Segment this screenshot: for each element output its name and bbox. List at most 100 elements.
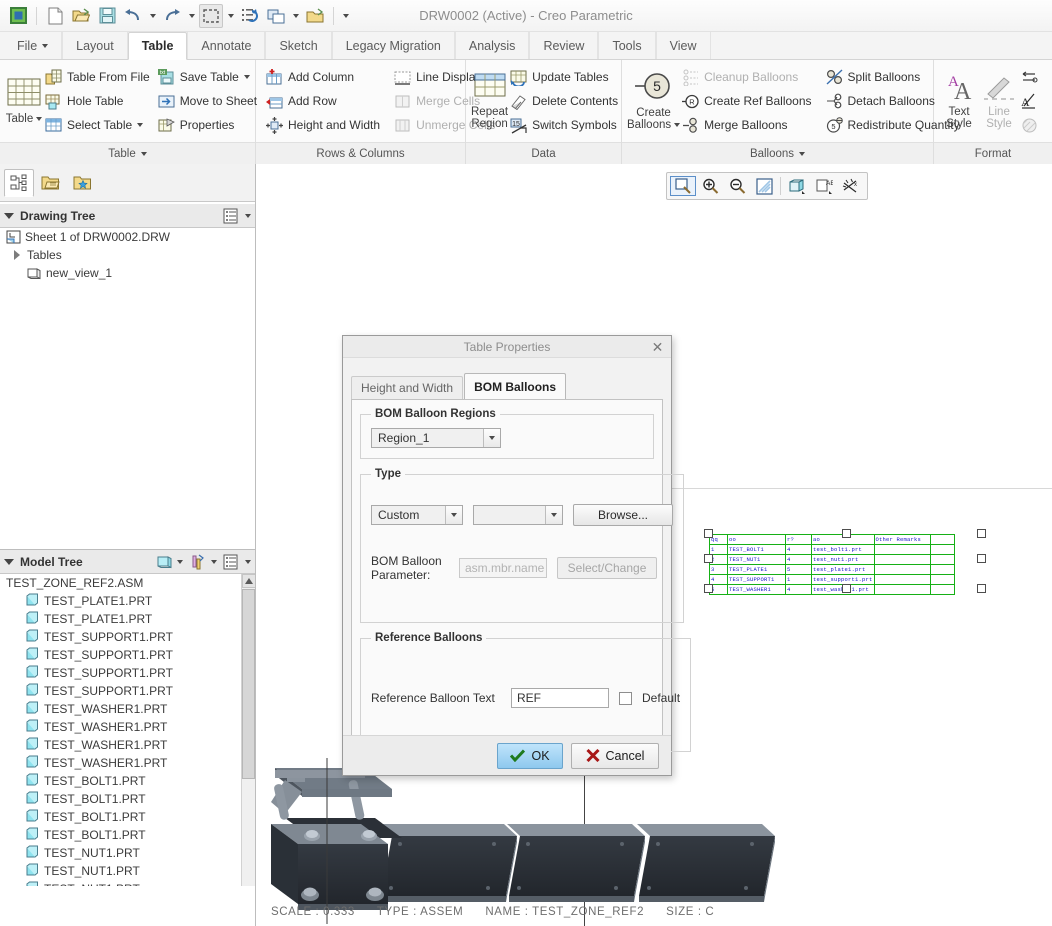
bom-cell[interactable]: 1 — [785, 574, 812, 585]
arrow-style-button[interactable] — [1019, 65, 1044, 89]
sidebar-item-layers[interactable] — [36, 169, 66, 197]
bom-cell[interactable]: 5 — [785, 564, 812, 575]
scroll-up-icon[interactable] — [242, 574, 255, 588]
assembly-model-view[interactable] — [257, 756, 1052, 926]
bom-cell[interactable] — [873, 564, 931, 575]
update-tables-button[interactable]: Update Tables — [508, 65, 624, 89]
datum-display-icon[interactable]: x — [838, 174, 864, 198]
bom-table-row[interactable]: 3 TEST_PLATE1 5 test_plate1.prt — [709, 564, 955, 575]
bom-cell[interactable] — [873, 554, 931, 565]
model-tree-item[interactable]: TEST_SUPPORT1.PRT — [0, 664, 255, 682]
add-row-button[interactable]: Add Row — [264, 89, 386, 113]
chevron-down-icon[interactable] — [177, 559, 183, 564]
bom-cell[interactable]: TEST_BOLT1 — [727, 544, 786, 555]
table-properties-button[interactable]: Properties — [156, 113, 263, 137]
ribbon-tab-annotate[interactable]: Annotate — [187, 32, 266, 59]
selection-handle[interactable] — [977, 554, 986, 563]
bom-cell[interactable]: TEST_NUT1 — [727, 554, 786, 565]
model-tree-item[interactable]: TEST_WASHER1.PRT — [0, 736, 255, 754]
model-tree-item[interactable]: TEST_WASHER1.PRT — [0, 718, 255, 736]
bom-table-row[interactable]: 4 TEST_SUPPORT1 1 test_support1.prt — [709, 574, 955, 585]
model-tree-root[interactable]: TEST_ZONE_REF2.ASM — [0, 574, 255, 592]
cancel-button[interactable]: Cancel — [571, 742, 659, 769]
ribbon-tab-review[interactable]: Review — [529, 32, 599, 59]
new-icon[interactable] — [43, 4, 67, 28]
window-icon[interactable] — [264, 4, 288, 28]
ribbon-tab-legacy-migration[interactable]: Legacy Migration — [331, 32, 455, 59]
model-tree-item[interactable]: TEST_NUT1.PRT — [0, 880, 255, 886]
collapse-icon[interactable] — [4, 558, 14, 565]
ribbon-tab-analysis[interactable]: Analysis — [454, 32, 530, 59]
bom-table-row[interactable]: 1 TEST_BOLT1 4 test_bolt1.prt — [709, 544, 955, 555]
close-icon[interactable]: ✕ — [650, 339, 665, 354]
bom-cell[interactable]: 4 — [709, 574, 728, 585]
expand-icon[interactable] — [14, 250, 20, 260]
redo-icon[interactable] — [160, 4, 184, 28]
default-checkbox[interactable] — [619, 691, 632, 705]
creo-logo-icon[interactable] — [6, 4, 30, 28]
model-tree-item[interactable]: TEST_WASHER1.PRT — [0, 754, 255, 772]
chevron-down-icon[interactable] — [211, 559, 217, 564]
bom-cell[interactable]: test_nut1.prt — [811, 554, 875, 565]
model-tree-filter-icon[interactable] — [189, 554, 205, 570]
add-column-button[interactable]: Add Column — [264, 65, 386, 89]
model-tree-item[interactable]: TEST_BOLT1.PRT — [0, 790, 255, 808]
window-caret-icon[interactable] — [290, 13, 301, 18]
table-button[interactable]: Table — [5, 63, 43, 139]
close-window-icon[interactable] — [303, 4, 327, 28]
model-tree-item[interactable]: TEST_NUT1.PRT — [0, 844, 255, 862]
bom-header-cell[interactable]: oo — [727, 534, 786, 545]
zoom-out-icon[interactable] — [724, 174, 750, 198]
bom-cell[interactable]: 4 — [785, 544, 812, 555]
repeat-region-button[interactable]: Repeat Region — [471, 63, 508, 139]
ribbon-tab-layout[interactable]: Layout — [62, 32, 128, 59]
model-tree-item[interactable]: TEST_PLATE1.PRT — [0, 610, 255, 628]
ribbon-group-balloons-label[interactable]: Balloons — [622, 142, 933, 164]
table-from-file-button[interactable]: Table From File — [43, 65, 156, 89]
tree-settings-icon[interactable] — [223, 208, 239, 224]
type-kind-select[interactable]: Custom — [371, 505, 463, 525]
region-select[interactable]: Region_1 — [371, 428, 501, 448]
bom-table-on-sheet[interactable]: qq oo r? ao Other Remarks 1 TEST_BOLT1 4 test_bo… — [704, 529, 986, 595]
regenerate-icon[interactable] — [238, 4, 262, 28]
ok-button[interactable]: OK — [497, 742, 563, 769]
bom-cell[interactable] — [929, 574, 955, 585]
refit-icon[interactable] — [670, 176, 696, 196]
selection-handle[interactable] — [704, 554, 713, 563]
model-tree-item[interactable]: TEST_BOLT1.PRT — [0, 808, 255, 826]
chevron-down-icon[interactable] — [445, 506, 462, 524]
ribbon-group-table-label[interactable]: Table — [0, 142, 255, 164]
bom-cell[interactable]: 4 — [785, 584, 812, 595]
bom-cell[interactable]: 4 — [785, 554, 812, 565]
reference-balloon-text-input[interactable]: REF — [511, 688, 609, 708]
undo-caret-icon[interactable] — [147, 13, 158, 18]
save-icon[interactable] — [95, 4, 119, 28]
bom-cell[interactable] — [929, 544, 955, 555]
scrollbar-thumb[interactable] — [242, 589, 255, 779]
ribbon-tab-view[interactable]: View — [655, 32, 711, 59]
bom-cell[interactable] — [873, 544, 931, 555]
bom-table-row[interactable]: 5TEST_WASHER14test_washer1.prt — [709, 584, 955, 595]
open-icon[interactable] — [69, 4, 93, 28]
bom-header-cell[interactable]: r? — [785, 534, 812, 545]
model-tree-view-icon[interactable] — [155, 554, 172, 570]
bom-table-row[interactable]: 2TEST_NUT14test_nut1.prt — [709, 554, 955, 565]
bom-header-cell[interactable] — [929, 534, 955, 545]
model-tree-item[interactable]: TEST_BOLT1.PRT — [0, 826, 255, 844]
bom-cell[interactable]: 3 — [709, 564, 728, 575]
drawing-tree-node-tables[interactable]: Tables — [0, 246, 255, 264]
selection-handle[interactable] — [704, 529, 713, 538]
browse-button[interactable]: Browse... — [573, 504, 673, 526]
bom-cell[interactable] — [929, 584, 955, 595]
chevron-down-icon[interactable] — [245, 559, 251, 564]
display-style-icon[interactable] — [784, 174, 810, 198]
text-style-button[interactable]: A A Text Style — [939, 63, 979, 139]
select-caret-icon[interactable] — [225, 13, 236, 18]
create-balloons-button[interactable]: 5 Create Balloons — [627, 63, 681, 139]
select-table-button[interactable]: Select Table — [43, 113, 156, 137]
model-tree-item[interactable]: TEST_SUPPORT1.PRT — [0, 646, 255, 664]
redo-caret-icon[interactable] — [186, 13, 197, 18]
model-tree-item[interactable]: TEST_SUPPORT1.PRT — [0, 628, 255, 646]
collapse-icon[interactable] — [4, 212, 14, 219]
sidebar-item-favorites[interactable] — [68, 169, 98, 197]
